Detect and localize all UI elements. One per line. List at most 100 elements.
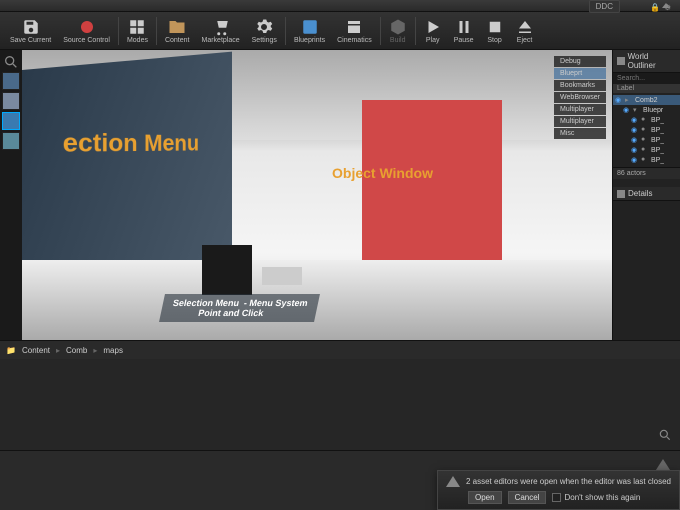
pause-button[interactable]: Pause bbox=[448, 13, 480, 49]
vp-tab-misc[interactable]: Misc bbox=[554, 128, 606, 139]
outliner-tree: ◉ ▸ Comb2 ◉ ▾ Bluepr ◉●BP_ ◉●BP_ ◉●BP_ ◉… bbox=[613, 93, 680, 167]
search-icon[interactable] bbox=[3, 54, 19, 70]
gear-icon bbox=[255, 18, 273, 36]
folder-icon bbox=[168, 18, 186, 36]
tree-row[interactable]: ◉●BP_ bbox=[613, 145, 680, 155]
content-browser-header: 📁 Content ▸ Comb ▸ maps 🔒 ⚙ bbox=[0, 341, 680, 359]
vp-tab-multiplayer[interactable]: Multiplayer bbox=[554, 104, 606, 115]
vp-tab-blueprint[interactable]: Blueprt bbox=[554, 68, 606, 79]
breadcrumb[interactable]: Content bbox=[22, 346, 50, 355]
viewport[interactable]: ection Menu Object Window Selection Menu… bbox=[22, 50, 612, 340]
title-bar: DDC bbox=[0, 0, 680, 12]
scene-text-object-window: Object Window bbox=[332, 165, 433, 181]
vp-tab-webbrowser[interactable]: WebBrowser bbox=[554, 92, 606, 103]
save-current-button[interactable]: Save Current bbox=[4, 13, 57, 49]
separator bbox=[156, 17, 157, 45]
ddc-button[interactable]: DDC bbox=[589, 0, 620, 13]
scene-3d: ection Menu Object Window Selection Menu… bbox=[22, 50, 612, 340]
eye-icon[interactable]: ◉ bbox=[631, 116, 639, 124]
thumbnail-1[interactable] bbox=[2, 72, 20, 90]
world-outliner-tab[interactable]: World Outliner bbox=[613, 50, 680, 73]
vp-tab-multiplayer2[interactable]: Multiplayer bbox=[554, 116, 606, 127]
tree-row-folder[interactable]: ◉ ▾ Bluepr bbox=[613, 105, 680, 115]
separator bbox=[285, 17, 286, 45]
world-outliner-panel: World Outliner Search... Label ◉ ▸ Comb2… bbox=[612, 50, 680, 340]
main-toolbar: Save Current Source Control Modes Conten… bbox=[0, 12, 680, 50]
actor-icon: ● bbox=[641, 156, 649, 164]
checkbox-icon[interactable] bbox=[552, 493, 561, 502]
eye-icon[interactable]: ◉ bbox=[615, 96, 623, 104]
modes-button[interactable]: Modes bbox=[121, 13, 154, 49]
outliner-column-label[interactable]: Label bbox=[613, 84, 680, 93]
separator bbox=[415, 17, 416, 45]
floppy-icon bbox=[22, 18, 40, 36]
eye-icon[interactable]: ◉ bbox=[631, 146, 639, 154]
chevron-right-icon: ▸ bbox=[56, 346, 60, 355]
thumbnail-2[interactable] bbox=[2, 92, 20, 110]
settings-icon[interactable]: ⚙ bbox=[664, 3, 674, 13]
eye-icon[interactable]: ◉ bbox=[623, 106, 631, 114]
source-control-button[interactable]: Source Control bbox=[57, 13, 116, 49]
breadcrumb[interactable]: maps bbox=[103, 346, 123, 355]
content-browser-body[interactable] bbox=[0, 359, 680, 450]
toast-cancel-button[interactable]: Cancel bbox=[508, 491, 547, 504]
play-button[interactable]: Play bbox=[418, 13, 448, 49]
cinematics-button[interactable]: Cinematics bbox=[331, 13, 378, 49]
content-button[interactable]: Content bbox=[159, 13, 196, 49]
modes-icon bbox=[128, 18, 146, 36]
world-icon: ▸ bbox=[625, 96, 633, 104]
actor-icon: ● bbox=[641, 126, 649, 134]
tree-row[interactable]: ◉●BP_ bbox=[613, 135, 680, 145]
tree-row[interactable]: ◉●BP_ bbox=[613, 125, 680, 135]
viewport-tabs: Debug Blueprt Bookmarks WebBrowser Multi… bbox=[554, 56, 606, 139]
eye-icon[interactable]: ◉ bbox=[631, 156, 639, 164]
clapboard-icon bbox=[345, 18, 363, 36]
blueprints-button[interactable]: Blueprints bbox=[288, 13, 331, 49]
lock-icon[interactable]: 🔒 bbox=[650, 3, 660, 13]
source-control-icon bbox=[78, 18, 96, 36]
thumbnail-3[interactable] bbox=[2, 112, 20, 130]
breadcrumb[interactable]: Comb bbox=[66, 346, 87, 355]
asset-editors-toast: 2 asset editors were open when the edito… bbox=[437, 470, 680, 510]
folder-icon: ▾ bbox=[633, 106, 641, 114]
vp-tab-debug[interactable]: Debug bbox=[554, 56, 606, 67]
stop-icon bbox=[486, 18, 504, 36]
warning-icon bbox=[446, 476, 460, 487]
eye-icon[interactable]: ◉ bbox=[631, 126, 639, 134]
cart-icon bbox=[212, 18, 230, 36]
separator bbox=[118, 17, 119, 45]
folder-icon: 📁 bbox=[6, 346, 16, 355]
blueprint-icon bbox=[301, 18, 319, 36]
thumbnail-4[interactable] bbox=[2, 132, 20, 150]
pause-icon bbox=[455, 18, 473, 36]
outliner-search-input[interactable]: Search... bbox=[613, 73, 680, 84]
details-tab[interactable]: Details bbox=[613, 187, 680, 201]
actor-icon: ● bbox=[641, 116, 649, 124]
eject-button[interactable]: Eject bbox=[510, 13, 540, 49]
eye-icon[interactable]: ◉ bbox=[631, 136, 639, 144]
scene-caption: Selection Menu - Menu System Point and C… bbox=[159, 294, 319, 322]
left-rail bbox=[0, 50, 22, 340]
toast-open-button[interactable]: Open bbox=[468, 491, 502, 504]
stop-button[interactable]: Stop bbox=[480, 13, 510, 49]
actor-icon: ● bbox=[641, 146, 649, 154]
eject-icon bbox=[516, 18, 534, 36]
chevron-right-icon: ▸ bbox=[93, 346, 97, 355]
marketplace-button[interactable]: Marketplace bbox=[196, 13, 246, 49]
actor-icon: ● bbox=[641, 136, 649, 144]
vp-tab-bookmarks[interactable]: Bookmarks bbox=[554, 80, 606, 91]
scene-text-selection-menu: ection Menu bbox=[63, 129, 199, 160]
dont-show-checkbox[interactable]: Don't show this again bbox=[552, 493, 640, 502]
search-icon[interactable] bbox=[658, 428, 672, 442]
play-icon bbox=[424, 18, 442, 36]
separator bbox=[380, 17, 381, 45]
tree-row[interactable]: ◉●BP_ bbox=[613, 115, 680, 125]
build-button[interactable]: Build bbox=[383, 13, 413, 49]
tree-row-root[interactable]: ◉ ▸ Comb2 bbox=[613, 95, 680, 105]
outliner-icon bbox=[617, 57, 625, 65]
tree-row[interactable]: ◉●BP_ bbox=[613, 155, 680, 165]
content-browser: 📁 Content ▸ Comb ▸ maps 🔒 ⚙ bbox=[0, 340, 680, 450]
details-icon bbox=[617, 190, 625, 198]
toast-message: 2 asset editors were open when the edito… bbox=[466, 477, 671, 486]
settings-button[interactable]: Settings bbox=[246, 13, 283, 49]
